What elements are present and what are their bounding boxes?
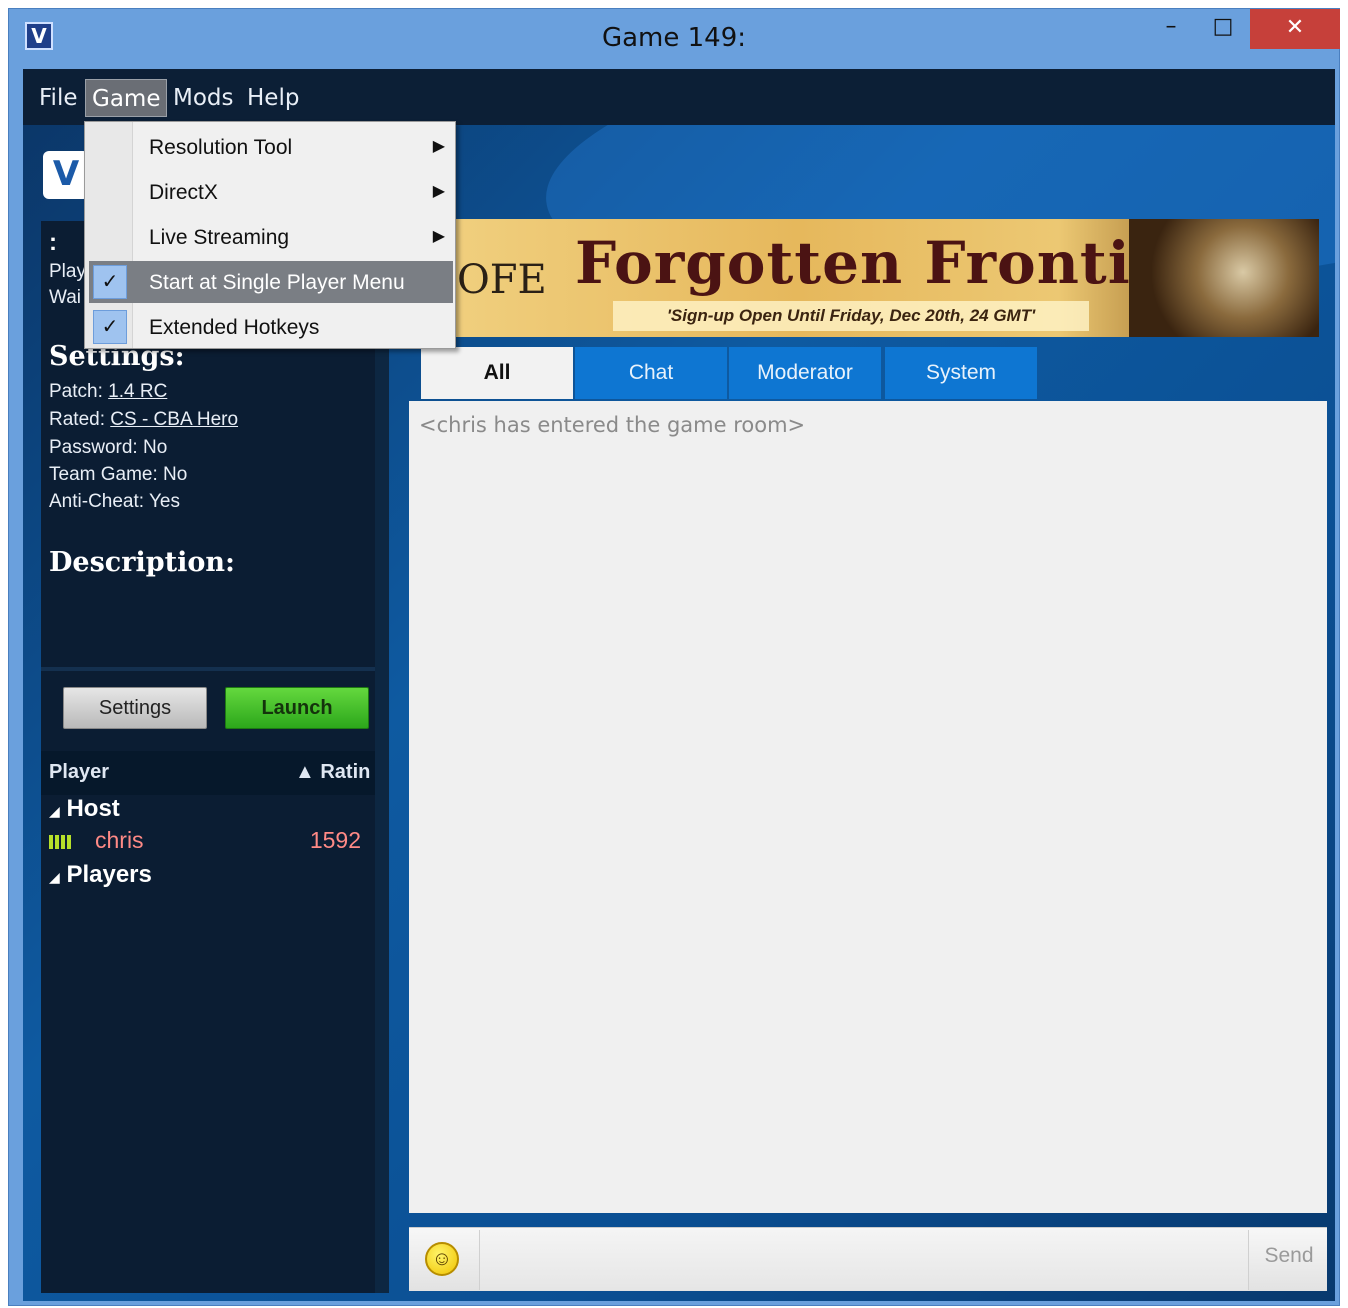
chat-input[interactable] xyxy=(479,1230,1249,1290)
expand-icon[interactable]: ◢ xyxy=(49,869,60,885)
app-logo: V xyxy=(43,151,89,199)
anti-cheat-row: Anti-Cheat: Yes xyxy=(49,491,180,512)
checkmark-icon: ✓ xyxy=(93,310,127,344)
menu-item-extended-hotkeys[interactable]: ✓ Extended Hotkeys xyxy=(89,306,453,348)
description-heading: Description: xyxy=(49,547,235,578)
tab-moderator[interactable]: Moderator xyxy=(729,347,881,399)
launch-button[interactable]: Launch xyxy=(225,687,369,729)
patch-label: Patch: xyxy=(49,381,103,402)
signal-strength-icon xyxy=(49,835,79,849)
submenu-arrow-icon: ▶ xyxy=(432,138,445,155)
title-bar[interactable]: V Game 149: – □ ✕ xyxy=(9,9,1340,67)
emoji-button-icon[interactable]: ☺ xyxy=(425,1242,459,1276)
rated-row: Rated: CS - CBA Hero xyxy=(49,409,238,431)
tab-system[interactable]: System xyxy=(885,347,1037,399)
group-host[interactable]: ◢ Host xyxy=(49,795,120,823)
minimize-button[interactable]: – xyxy=(1151,9,1191,49)
chat-input-bar: ☺ Send xyxy=(409,1227,1327,1291)
menu-item-label: Live Streaming xyxy=(149,226,290,249)
menu-bar: File Game Mods Help xyxy=(23,69,1335,125)
panel-divider[interactable] xyxy=(375,221,389,1293)
menu-item-label: Start at Single Player Menu xyxy=(149,271,405,294)
menu-help[interactable]: Help xyxy=(241,79,305,117)
menu-item-start-single-player[interactable]: ✓ Start at Single Player Menu xyxy=(89,261,453,303)
group-players[interactable]: ◢ Players xyxy=(49,861,152,889)
banner-artwork xyxy=(1129,219,1319,337)
checkmark-icon: ✓ xyxy=(93,265,127,299)
menu-item-label: Resolution Tool xyxy=(149,136,293,159)
player-rating: 1592 xyxy=(309,827,361,853)
group-players-label: Players xyxy=(66,861,152,888)
column-rating[interactable]: ▲ Ratin xyxy=(295,761,375,784)
tab-chat[interactable]: Chat xyxy=(575,347,727,399)
left-divider xyxy=(41,667,375,671)
submenu-arrow-icon: ▶ xyxy=(432,228,445,245)
team-game-row: Team Game: No xyxy=(49,464,188,485)
rated-link[interactable]: CS - CBA Hero xyxy=(110,409,238,430)
menu-game[interactable]: Game xyxy=(85,79,168,117)
banner-subtitle: 'Sign-up Open Until Friday, Dec 20th, 24… xyxy=(613,301,1089,331)
menu-file[interactable]: File xyxy=(33,79,84,117)
game-menu-dropdown: Resolution Tool ▶ DirectX ▶ Live Streami… xyxy=(84,121,456,349)
close-button[interactable]: ✕ xyxy=(1250,9,1340,49)
settings-button[interactable]: Settings xyxy=(63,687,207,729)
column-player[interactable]: Player xyxy=(49,761,109,784)
rated-label: Rated: xyxy=(49,409,105,430)
patch-row: Patch: 1.4 RC xyxy=(49,381,167,403)
chat-log[interactable]: <chris has entered the game room> xyxy=(409,401,1327,1213)
wait-status-text: Wai xyxy=(49,287,82,308)
submenu-arrow-icon: ▶ xyxy=(432,183,445,200)
send-button[interactable]: Send xyxy=(1257,1244,1321,1268)
menu-item-label: DirectX xyxy=(149,181,218,204)
password-row: Password: No xyxy=(49,437,168,458)
play-status-text: Play xyxy=(49,261,86,282)
tab-all[interactable]: All xyxy=(421,347,573,399)
menu-mods[interactable]: Mods xyxy=(167,79,240,117)
banner-ofe-text: OFE xyxy=(457,257,547,303)
ad-banner[interactable]: OFE Forgotten Frontiers 'Sign-up Open Un… xyxy=(451,219,1319,337)
menu-item-directx[interactable]: DirectX ▶ xyxy=(89,171,453,213)
menu-item-live-streaming[interactable]: Live Streaming ▶ xyxy=(89,216,453,258)
player-list-header: Player ▲ Ratin xyxy=(41,751,375,795)
chat-message: <chris has entered the game room> xyxy=(419,413,806,437)
game-name-label: : xyxy=(49,229,57,256)
menu-item-resolution-tool[interactable]: Resolution Tool ▶ xyxy=(89,126,453,168)
player-name[interactable]: chris xyxy=(95,827,144,854)
menu-item-label: Extended Hotkeys xyxy=(149,316,320,339)
expand-icon[interactable]: ◢ xyxy=(49,803,60,819)
group-host-label: Host xyxy=(66,795,120,822)
maximize-button[interactable]: □ xyxy=(1203,9,1243,49)
patch-link[interactable]: 1.4 RC xyxy=(108,381,167,402)
window-title: Game 149: xyxy=(601,23,747,53)
